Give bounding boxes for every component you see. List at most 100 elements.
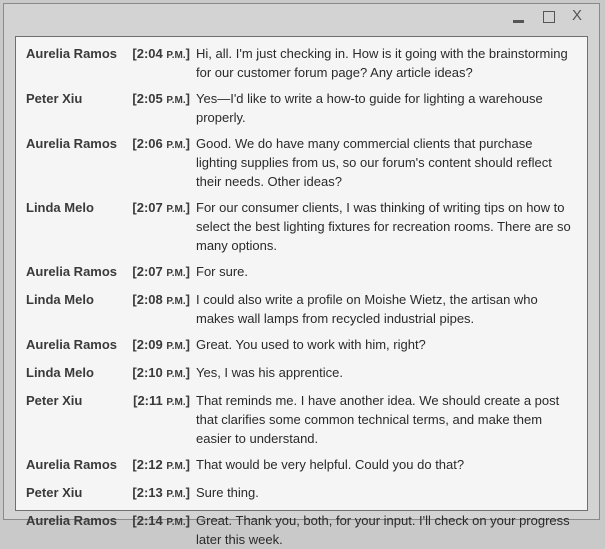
message-header: Aurelia Ramos [2:09 P.M.] (26, 335, 196, 356)
timestamp-bracket: ] (185, 264, 190, 279)
message-text: That would be very helpful. Could you do… (196, 457, 465, 472)
message-header: Linda Melo [2:08 P.M.] (26, 290, 196, 311)
message-header: Aurelia Ramos [2:04 P.M.] (26, 44, 196, 65)
timestamp-bracket: ] (185, 337, 190, 352)
timestamp-bracket: ] (185, 292, 190, 307)
chat-message: Aurelia Ramos [2:07 P.M.] For sure. (16, 262, 587, 283)
sender-name: Peter Xiu (26, 485, 83, 500)
timestamp-time: [2:07 (132, 200, 167, 215)
timestamp-ampm: P.M. (166, 369, 186, 380)
timestamp-bracket: ] (185, 365, 190, 380)
message-timestamp: [2:06 P.M.] (132, 134, 190, 155)
minimize-icon (513, 20, 524, 23)
timestamp-bracket: ] (185, 91, 190, 106)
timestamp-ampm: P.M. (166, 95, 186, 106)
chat-message: Aurelia Ramos [2:06 P.M.] Good. We do have… (16, 134, 587, 191)
timestamp-time: [2:14 (132, 513, 167, 528)
timestamp-time: [2:09 (132, 337, 167, 352)
timestamp-ampm: P.M. (166, 296, 186, 307)
sender-name: Aurelia Ramos (26, 46, 118, 61)
message-text: For sure. (196, 264, 249, 279)
timestamp-bracket: ] (185, 457, 190, 472)
timestamp-time: [2:07 (132, 264, 167, 279)
timestamp-time: [2:08 (132, 292, 167, 307)
sender-name: Aurelia Ramos (26, 264, 118, 279)
timestamp-bracket: ] (185, 513, 190, 528)
message-timestamp: [2:08 P.M.] (132, 290, 190, 311)
minimize-button[interactable] (511, 9, 527, 25)
message-timestamp: [2:09 P.M.] (132, 335, 190, 356)
chat-message: Peter Xiu [2:11 P.M.] That reminds me. I h… (16, 391, 587, 448)
message-timestamp: [2:10 P.M.] (132, 363, 190, 384)
message-header: Peter Xiu [2:13 P.M.] (26, 483, 196, 504)
message-text: Sure thing. (196, 485, 259, 500)
window-controls: X (511, 7, 587, 25)
message-timestamp: [2:11 P.M.] (133, 391, 190, 412)
timestamp-ampm: P.M. (166, 140, 186, 151)
timestamp-bracket: ] (185, 46, 190, 61)
message-text: For our consumer clients, I was thinking… (196, 200, 571, 253)
chat-log: Aurelia Ramos [2:04 P.M.] Hi, all. I'm jus… (15, 36, 588, 547)
close-icon: X (572, 7, 583, 24)
message-header: Peter Xiu [2:05 P.M.] (26, 89, 196, 110)
maximize-button[interactable] (541, 9, 557, 25)
message-text: Hi, all. I'm just checking in. How is it… (196, 46, 568, 80)
timestamp-time: [2:04 (132, 46, 167, 61)
sender-name: Aurelia Ramos (26, 457, 118, 472)
timestamp-time: [2:13 (132, 485, 167, 500)
timestamp-ampm: P.M. (166, 461, 186, 472)
chat-message: Aurelia Ramos [2:14 P.M.] Great. Thank you… (16, 511, 587, 549)
chat-message: Peter Xiu [2:13 P.M.] Sure thing. (16, 483, 587, 504)
chat-message: Aurelia Ramos [2:09 P.M.] Great. You used … (16, 335, 587, 356)
message-header: Peter Xiu [2:11 P.M.] (26, 391, 196, 412)
message-text: Great. Thank you, both, for your input. … (196, 513, 570, 547)
timestamp-bracket: ] (185, 485, 190, 500)
timestamp-time: [2:12 (132, 457, 167, 472)
sender-name: Aurelia Ramos (26, 513, 118, 528)
message-header: Aurelia Ramos [2:06 P.M.] (26, 134, 196, 155)
timestamp-ampm: P.M. (166, 517, 186, 528)
sender-name: Linda Melo (26, 365, 94, 380)
message-text: I could also write a profile on Moishe W… (196, 292, 538, 326)
message-header: Aurelia Ramos [2:07 P.M.] (26, 262, 196, 283)
close-button[interactable]: X (571, 7, 587, 25)
chat-message: Aurelia Ramos [2:04 P.M.] Hi, all. I'm jus… (16, 44, 587, 82)
sender-name: Linda Melo (26, 292, 94, 307)
timestamp-time: [2:06 (132, 136, 167, 151)
timestamp-bracket: ] (185, 393, 190, 408)
message-timestamp: [2:04 P.M.] (132, 44, 190, 65)
message-timestamp: [2:05 P.M.] (132, 89, 190, 110)
timestamp-bracket: ] (185, 200, 190, 215)
message-header: Linda Melo [2:07 P.M.] (26, 198, 196, 219)
message-timestamp: [2:07 P.M.] (132, 198, 190, 219)
sender-name: Aurelia Ramos (26, 136, 118, 151)
chat-message: Peter Xiu [2:05 P.M.] Yes—I'd like to writ… (16, 89, 587, 127)
message-timestamp: [2:13 P.M.] (132, 483, 190, 504)
message-timestamp: [2:07 P.M.] (132, 262, 190, 283)
timestamp-time: [2:05 (132, 91, 167, 106)
timestamp-ampm: P.M. (166, 268, 186, 279)
sender-name: Aurelia Ramos (26, 337, 118, 352)
timestamp-time: [2:10 (132, 365, 167, 380)
message-timestamp: [2:14 P.M.] (132, 511, 190, 532)
chat-message: Linda Melo [2:10 P.M.] Yes, I was his appr… (16, 363, 587, 384)
message-text: Yes—I'd like to write a how-to guide for… (196, 91, 543, 125)
sender-name: Linda Melo (26, 200, 94, 215)
message-header: Linda Melo [2:10 P.M.] (26, 363, 196, 384)
message-text: Yes, I was his apprentice. (196, 365, 343, 380)
message-text: That reminds me. I have another idea. We… (196, 393, 560, 446)
timestamp-time: [2:11 (133, 393, 167, 408)
message-header: Aurelia Ramos [2:12 P.M.] (26, 455, 196, 476)
chat-message: Linda Melo [2:08 P.M.] I could also write … (16, 290, 587, 328)
chat-message: Linda Melo [2:07 P.M.] For our consumer cl… (16, 198, 587, 255)
timestamp-ampm: P.M. (166, 204, 186, 215)
maximize-icon (543, 11, 555, 23)
chat-window: X Aurelia Ramos [2:04 P.M.] Hi, all. I'm j… (3, 3, 600, 547)
timestamp-bracket: ] (185, 136, 190, 151)
timestamp-ampm: P.M. (166, 489, 186, 500)
timestamp-ampm: P.M. (166, 341, 186, 352)
sender-name: Peter Xiu (26, 393, 83, 408)
sender-name: Peter Xiu (26, 91, 83, 106)
message-timestamp: [2:12 P.M.] (132, 455, 190, 476)
message-header: Aurelia Ramos [2:14 P.M.] (26, 511, 196, 532)
